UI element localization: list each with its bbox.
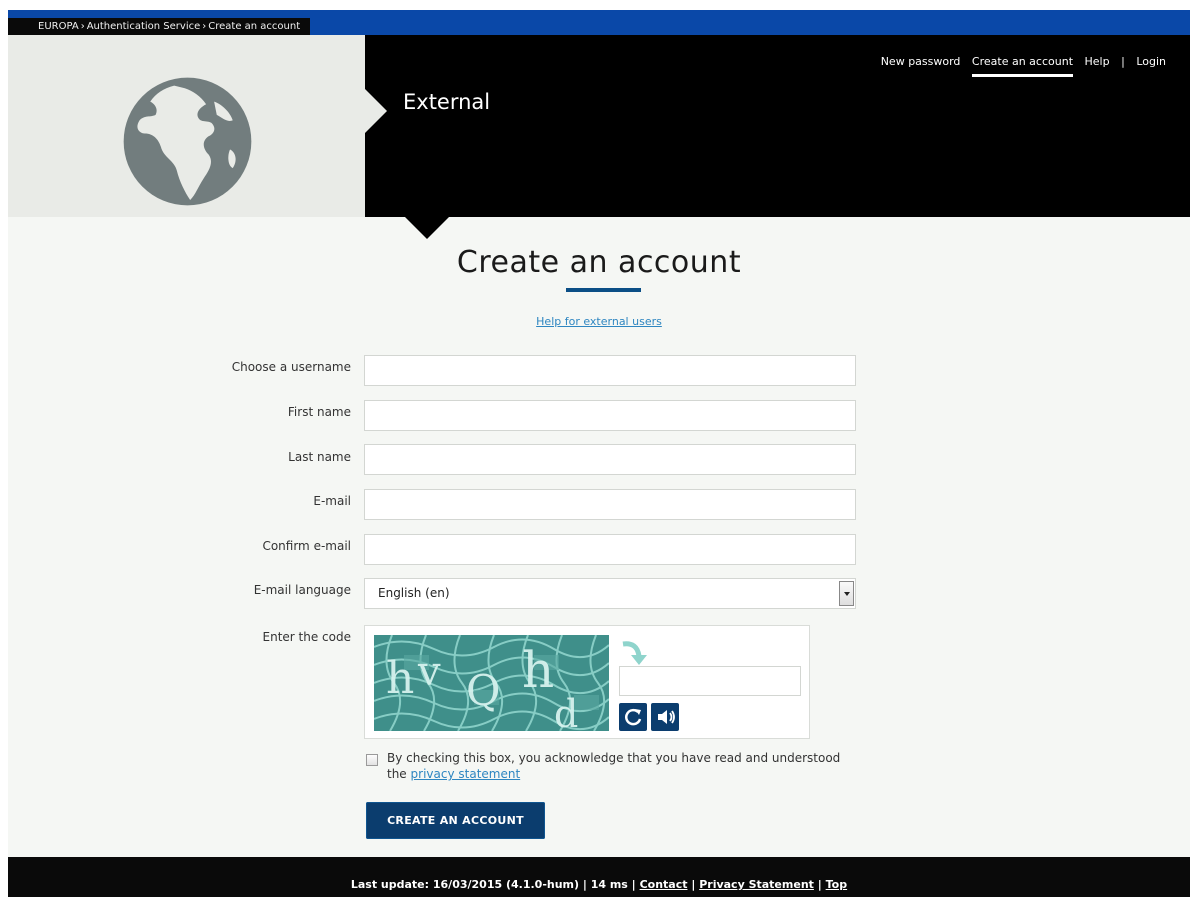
audio-icon [658, 710, 675, 724]
chevron-down-icon[interactable] [839, 581, 854, 606]
privacy-checkbox[interactable] [366, 754, 378, 766]
captcha-char: d [554, 692, 578, 731]
captcha-arrow-icon [622, 641, 647, 665]
title-underline [566, 288, 641, 292]
top-navigation: New password Create an account Help | Lo… [877, 55, 1170, 77]
captcha-box: h v Q h d [364, 625, 810, 739]
privacy-statement-link[interactable]: privacy statement [411, 767, 521, 781]
nav-divider: | [1121, 55, 1125, 68]
footer-contact-link[interactable]: Contact [640, 878, 688, 891]
confirm-email-label: Confirm e-mail [262, 539, 351, 553]
page-title: Create an account [456, 245, 742, 280]
refresh-icon [625, 708, 642, 726]
confirm-email-field[interactable] [364, 534, 856, 565]
username-field[interactable] [364, 355, 856, 386]
captcha-char: v [417, 649, 441, 695]
breadcrumb: EUROPA › Authentication Service › Create an … [8, 18, 311, 35]
email-language-select[interactable]: English (en) [364, 578, 856, 609]
captcha-image: h v Q h d [374, 635, 609, 731]
audio-captcha-button[interactable] [651, 703, 679, 731]
captcha-char: h [386, 653, 414, 704]
consent-text: By checking this box, you acknowledge th… [387, 750, 857, 782]
last-name-field[interactable] [364, 444, 856, 475]
email-field[interactable] [364, 489, 856, 520]
footer-divider: | [691, 878, 696, 891]
breadcrumb-separator: › [80, 21, 85, 32]
email-language-label: E-mail language [253, 583, 351, 597]
captcha-char: h [522, 641, 554, 699]
breadcrumb-current: Create an account [208, 21, 301, 32]
breadcrumb-separator: › [202, 21, 207, 32]
footer-last-update: Last update: 16/03/2015 (4.1.0-hum) | 14… [350, 878, 636, 891]
refresh-captcha-button[interactable] [619, 703, 647, 731]
footer-text: Last update: 16/03/2015 (4.1.0-hum) | 14… [8, 878, 1190, 891]
footer-top-link[interactable]: Top [826, 878, 847, 891]
footer-divider: | [817, 878, 822, 891]
footer-privacy-link[interactable]: Privacy Statement [699, 878, 814, 891]
code-label: Enter the code [262, 630, 351, 644]
header-arrow [365, 89, 387, 133]
site-name: External [403, 90, 491, 114]
logo-panel [8, 35, 365, 217]
help-link[interactable]: Help for external users [8, 315, 1190, 328]
nav-new-password[interactable]: New password [881, 55, 961, 68]
header-arrow-down [405, 217, 449, 239]
breadcrumb-auth-service[interactable]: Authentication Service [87, 18, 201, 35]
globe-logo-icon[interactable] [121, 75, 254, 208]
nav-login[interactable]: Login [1136, 55, 1166, 68]
captcha-char: Q [466, 666, 500, 715]
page: EUROPA › Authentication Service › Create an … [8, 10, 1190, 897]
last-name-label: Last name [288, 450, 351, 464]
footer: Last update: 16/03/2015 (4.1.0-hum) | 14… [8, 857, 1190, 897]
email-language-value: English (en) [378, 586, 450, 600]
nav-create-account[interactable]: Create an account [971, 55, 1074, 77]
breadcrumb-europa[interactable]: EUROPA [38, 18, 79, 35]
first-name-field[interactable] [364, 400, 856, 431]
create-account-button[interactable]: CREATE AN ACCOUNT [366, 802, 545, 839]
username-label: Choose a username [231, 360, 351, 374]
email-label: E-mail [313, 494, 351, 508]
nav-help[interactable]: Help [1085, 55, 1110, 68]
first-name-label: First name [287, 405, 351, 419]
captcha-input[interactable] [619, 666, 801, 696]
